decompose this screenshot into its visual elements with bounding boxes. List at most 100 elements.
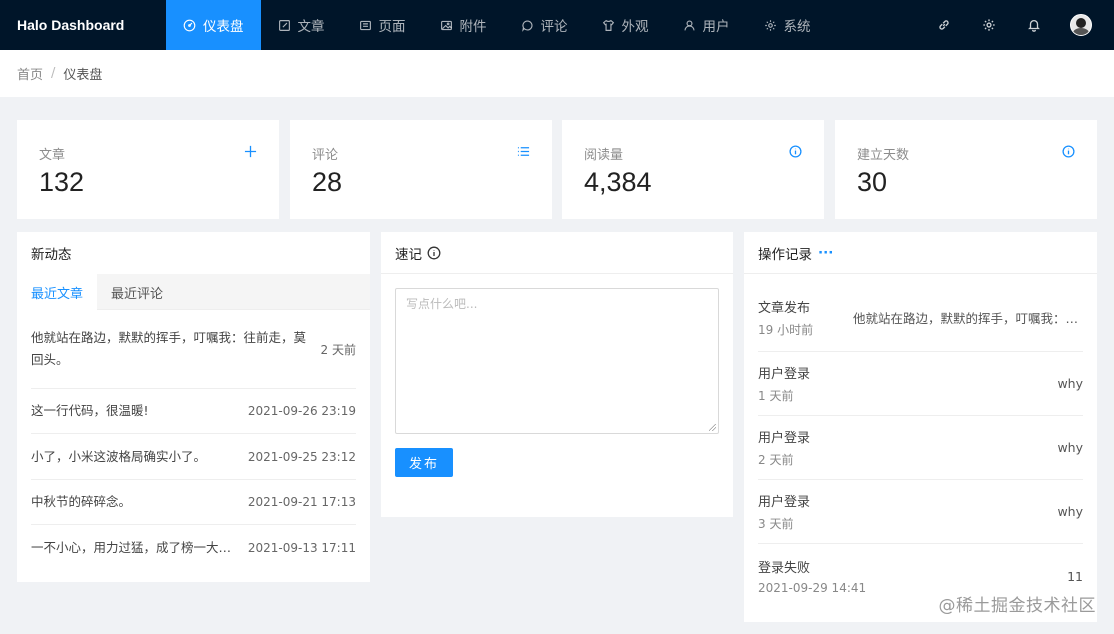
skin-icon bbox=[602, 19, 614, 31]
settings-button[interactable] bbox=[966, 0, 1011, 50]
nav-item-system[interactable]: 系统 bbox=[747, 0, 828, 50]
stat-value: 28 bbox=[312, 167, 343, 197]
list-item[interactable]: 小了，小米这波格局确实小了。 2021-09-25 23:12 bbox=[31, 434, 356, 480]
breadcrumb-separator: / bbox=[51, 66, 56, 81]
operation-log-panel: 操作记录 ··· 文章发布 19 小时前 他就站在路边，默默的挥手，叮嘱我：往前… bbox=[744, 232, 1097, 622]
tab-recent-comments[interactable]: 最近评论 bbox=[97, 274, 177, 310]
post-title[interactable]: 一不小心，用力过猛，成了榜一大哥... bbox=[31, 537, 248, 559]
days-info-button[interactable] bbox=[1062, 145, 1075, 158]
list-item[interactable]: 中秋节的碎碎念。 2021-09-21 17:13 bbox=[31, 480, 356, 525]
nav-right-tools bbox=[921, 0, 1114, 50]
nav-item-label: 仪表盘 bbox=[203, 19, 244, 35]
views-info-button[interactable] bbox=[789, 145, 802, 158]
post-time: 2021-09-25 23:12 bbox=[247, 449, 356, 464]
stat-label: 文章 bbox=[39, 148, 66, 163]
list-item[interactable]: 他就站在路边，默默的挥手，叮嘱我：往前走，莫回头。 2 天前 bbox=[31, 310, 356, 389]
memo-placeholder: 写点什么吧... bbox=[406, 297, 478, 311]
log-time: 19 小时前 bbox=[758, 323, 814, 337]
nav-item-posts[interactable]: 文章 bbox=[261, 0, 342, 50]
log-detail: why bbox=[1057, 504, 1083, 519]
nav-item-comments[interactable]: 评论 bbox=[504, 0, 585, 50]
list-item[interactable]: 这一行代码，很温暖! 2021-09-26 23:19 bbox=[31, 389, 356, 434]
breadcrumb: 首页 / 仪表盘 bbox=[0, 50, 1114, 97]
panel-title: 新动态 bbox=[17, 232, 370, 274]
nav-item-label: 附件 bbox=[459, 19, 487, 35]
nav-item-users[interactable]: 用户 bbox=[666, 0, 747, 50]
log-time: 1 天前 bbox=[758, 389, 794, 403]
stat-card-views: 阅读量 4,384 bbox=[562, 120, 824, 219]
log-action: 登录失败 bbox=[758, 561, 811, 576]
log-time: 3 天前 bbox=[758, 517, 794, 531]
nav-item-label: 系统 bbox=[783, 19, 811, 35]
log-info: 登录失败 2021-09-29 14:41 bbox=[758, 557, 866, 595]
stat-card-posts: 文章 132 bbox=[17, 120, 279, 219]
memo-textarea[interactable]: 写点什么吧... bbox=[395, 288, 719, 434]
stat-value: 4,384 bbox=[584, 167, 652, 197]
post-title[interactable]: 中秋节的碎碎念。 bbox=[31, 491, 248, 513]
stat-label: 阅读量 bbox=[584, 148, 624, 163]
log-title: 操作记录 bbox=[758, 246, 812, 263]
stat-card-days: 建立天数 30 bbox=[835, 120, 1097, 219]
list-item: 用户登录 2 天前 why bbox=[758, 416, 1083, 480]
info-icon bbox=[789, 145, 802, 158]
activity-tabs: 最近文章 最近评论 bbox=[17, 274, 370, 310]
post-time: 2021-09-21 17:13 bbox=[247, 495, 356, 509]
log-info: 用户登录 3 天前 bbox=[758, 491, 810, 532]
brand-logo[interactable]: Halo Dashboard bbox=[0, 17, 166, 33]
link-button[interactable] bbox=[921, 0, 966, 50]
notification-button[interactable] bbox=[1011, 0, 1056, 50]
bell-icon bbox=[1027, 19, 1040, 32]
log-time: 2 天前 bbox=[758, 453, 794, 467]
setting-icon bbox=[764, 19, 776, 31]
log-detail: 他就站在路边，默默的挥手，叮嘱我：往前走，莫回头。 bbox=[853, 311, 1083, 326]
stat-value: 132 bbox=[39, 167, 85, 197]
publish-button[interactable]: 发布 bbox=[395, 448, 453, 477]
nav-item-label: 页面 bbox=[378, 19, 406, 35]
post-time: 2 天前 bbox=[320, 342, 356, 357]
user-icon bbox=[683, 19, 695, 30]
list-item: 用户登录 3 天前 why bbox=[758, 480, 1083, 544]
nav-item-label: 外观 bbox=[621, 19, 649, 35]
log-info: 用户登录 1 天前 bbox=[758, 363, 810, 404]
stat-card-comments: 评论 28 bbox=[290, 120, 552, 219]
panel-title: 速记 bbox=[381, 232, 733, 274]
memo-panel: 速记 写点什么吧... 发布 bbox=[381, 232, 733, 517]
activity-title: 新动态 bbox=[31, 247, 72, 263]
info-icon[interactable] bbox=[427, 246, 441, 260]
operation-log-list: 文章发布 19 小时前 他就站在路边，默默的挥手，叮嘱我：往前走，莫回头。 用户… bbox=[744, 274, 1097, 608]
new-post-button[interactable] bbox=[244, 145, 257, 158]
post-title[interactable]: 他就站在路边，默默的挥手，叮嘱我：往前走，莫回头。 bbox=[31, 327, 321, 371]
picture-icon bbox=[440, 20, 452, 30]
log-detail: why bbox=[1057, 376, 1083, 391]
watermark-text: @稀土掘金技术社区 bbox=[938, 596, 1096, 616]
nav-item-label: 评论 bbox=[540, 19, 568, 35]
nav-item-pages[interactable]: 页面 bbox=[342, 0, 423, 50]
nav-item-dashboard[interactable]: 仪表盘 bbox=[166, 0, 261, 50]
recent-posts-list: 他就站在路边，默默的挥手，叮嘱我：往前走，莫回头。 2 天前 这一行代码，很温暖… bbox=[17, 310, 370, 571]
breadcrumb-current: 仪表盘 bbox=[63, 68, 103, 83]
log-info: 用户登录 2 天前 bbox=[758, 427, 810, 468]
nav-item-appearance[interactable]: 外观 bbox=[585, 0, 666, 50]
activity-panel: 新动态 最近文章 最近评论 他就站在路边，默默的挥手，叮嘱我：往前走，莫回头。 … bbox=[17, 232, 370, 582]
stat-label: 评论 bbox=[312, 148, 339, 163]
tab-recent-posts[interactable]: 最近文章 bbox=[17, 274, 97, 310]
post-time: 2021-09-13 17:11 bbox=[247, 541, 356, 555]
panel-title: 操作记录 ··· bbox=[744, 232, 1097, 274]
list-item: 文章发布 19 小时前 他就站在路边，默默的挥手，叮嘱我：往前走，莫回头。 bbox=[758, 284, 1083, 352]
comment-list-button[interactable] bbox=[517, 145, 530, 158]
list-item[interactable]: 一不小心，用力过猛，成了榜一大哥... 2021-09-13 17:11 bbox=[31, 525, 356, 571]
post-title[interactable]: 这一行代码，很温暖! bbox=[31, 400, 248, 422]
log-time: 2021-09-29 14:41 bbox=[758, 581, 867, 595]
post-title[interactable]: 小了，小米这波格局确实小了。 bbox=[31, 446, 248, 468]
stat-value: 30 bbox=[857, 167, 888, 197]
comment-icon bbox=[521, 19, 532, 32]
link-icon bbox=[938, 20, 949, 30]
memo-title: 速记 bbox=[395, 246, 422, 263]
nav-item-label: 用户 bbox=[702, 19, 730, 35]
user-avatar[interactable] bbox=[1070, 14, 1092, 36]
breadcrumb-home[interactable]: 首页 bbox=[17, 64, 43, 83]
nav-item-attachments[interactable]: 附件 bbox=[423, 0, 504, 50]
top-navbar: Halo Dashboard 仪表盘 文章 页面 附件 评论 外观 用户 系统 bbox=[0, 0, 1114, 50]
more-icon[interactable]: ··· bbox=[818, 245, 833, 261]
log-action: 用户登录 bbox=[758, 431, 811, 446]
